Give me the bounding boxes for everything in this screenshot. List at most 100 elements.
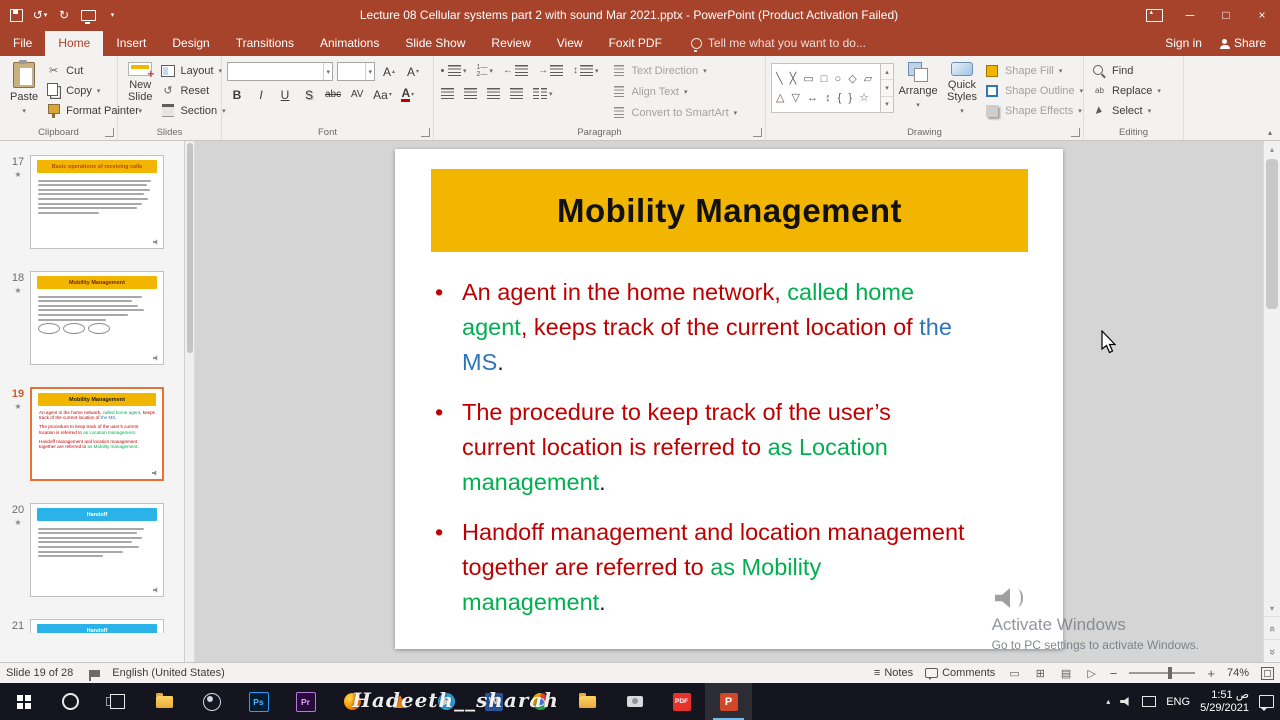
notes-toggle[interactable]: ≡ Notes	[874, 667, 913, 679]
tab-view[interactable]: View	[544, 31, 596, 56]
slide-canvas[interactable]: Mobility Management • An agent in the hom…	[395, 149, 1063, 649]
font-size-combo[interactable]: ▾	[337, 62, 375, 81]
firefox-icon[interactable]	[329, 683, 376, 720]
slide-thumbnail-20[interactable]: 20 ★ Handoff	[6, 503, 182, 597]
shape-effects-button[interactable]: Shape Effects ▾	[982, 102, 1086, 119]
task-view-icon[interactable]	[94, 683, 141, 720]
close-button[interactable]: ×	[1244, 0, 1280, 30]
redo-button[interactable]: ↻	[54, 5, 74, 25]
action-center-icon[interactable]	[1259, 695, 1274, 711]
save-button[interactable]	[6, 5, 26, 25]
bullets-button[interactable]: ▾	[439, 62, 469, 79]
text-direction-button[interactable]: Text Direction ▾	[608, 62, 740, 79]
share-button[interactable]: Share	[1219, 36, 1266, 50]
grow-font-button[interactable]: A ▴	[379, 63, 399, 80]
decrease-indent-button[interactable]: ←	[501, 62, 530, 79]
zoom-slider[interactable]	[1129, 667, 1196, 679]
select-button[interactable]: Select ▾	[1089, 102, 1164, 119]
shape-outline-button[interactable]: Shape Outline ▾	[982, 82, 1086, 99]
strikethrough-button[interactable]: abc	[323, 86, 343, 103]
obs-icon[interactable]	[188, 683, 235, 720]
next-slide-button[interactable]: »	[1264, 639, 1280, 662]
slide-title[interactable]: Mobility Management	[431, 169, 1028, 252]
tab-insert[interactable]: Insert	[103, 31, 159, 56]
tab-animations[interactable]: Animations	[307, 31, 392, 56]
section-button[interactable]: Section ▾	[157, 102, 228, 119]
font-color-button[interactable]: A ▾	[398, 86, 418, 103]
find-button[interactable]: Find	[1089, 62, 1164, 79]
columns-button[interactable]: ▾	[531, 85, 555, 102]
vlc-icon[interactable]	[376, 683, 423, 720]
reading-view-button[interactable]: ▤	[1059, 667, 1073, 680]
dialog-launcher-icon[interactable]	[421, 128, 430, 137]
tab-file[interactable]: File	[0, 31, 45, 56]
tab-home[interactable]: Home	[45, 31, 104, 56]
file-explorer-icon[interactable]	[141, 683, 188, 720]
scroll-down-icon[interactable]: ▾	[1264, 600, 1280, 616]
vertical-scrollbar[interactable]: ▴ ▾ « »	[1263, 141, 1280, 662]
line-spacing-button[interactable]: ↕ ▾	[571, 62, 601, 79]
fit-to-window-button[interactable]	[1261, 666, 1274, 680]
photoshop-icon[interactable]: Ps	[235, 683, 282, 720]
shape-fill-button[interactable]: Shape Fill ▾	[982, 62, 1086, 79]
align-text-button[interactable]: Align Text ▾	[608, 83, 740, 100]
minimize-button[interactable]: ─	[1172, 0, 1208, 30]
slide-thumbnail-17[interactable]: 17 ★ Basic operations of receiving calls	[6, 155, 182, 249]
align-right-button[interactable]	[485, 85, 502, 102]
audio-speaker-icon[interactable]	[995, 585, 1029, 611]
convert-to-smartart-button[interactable]: Convert to SmartArt ▾	[608, 104, 740, 121]
slide-thumbnail-19[interactable]: 19 ★ Mobility Management An agent in the ho…	[6, 387, 182, 481]
zoom-in-button[interactable]: +	[1207, 666, 1215, 681]
dialog-launcher-icon[interactable]	[105, 128, 114, 137]
align-center-button[interactable]	[462, 85, 479, 102]
character-spacing-button[interactable]: AV	[347, 86, 367, 103]
scrollbar-thumb[interactable]	[186, 143, 193, 353]
tab-review[interactable]: Review	[478, 31, 543, 56]
slideshow-view-button[interactable]: ▷	[1085, 667, 1097, 680]
shapes-gallery[interactable]: ╲ ╳ ▭ □ ○ ◇ ▱ △ ▽ ↔ ↕ { } ☆	[771, 63, 881, 113]
tab-slide-show[interactable]: Slide Show	[392, 31, 478, 56]
thumbnail-scrollbar[interactable]	[185, 141, 195, 662]
folder-icon[interactable]	[564, 683, 611, 720]
undo-button[interactable]: ↺ ▾	[30, 5, 50, 25]
more-shapes-icon[interactable]: ▾	[881, 95, 893, 112]
pdf-icon[interactable]: PDF	[658, 683, 705, 720]
taskbar-clock[interactable]: 1:51 ص 5/29/2021	[1200, 689, 1249, 715]
arrange-button[interactable]: Arrange ▾	[894, 59, 942, 121]
reset-button[interactable]: ↺ Reset	[157, 82, 228, 99]
zoom-slider-handle[interactable]	[1167, 667, 1172, 679]
start-icon[interactable]	[0, 683, 47, 720]
tab-transitions[interactable]: Transitions	[223, 31, 307, 56]
customize-quick-access-button[interactable]: ▾	[102, 5, 122, 25]
quick-styles-button[interactable]: Quick Styles ▾	[942, 59, 982, 121]
numbering-button[interactable]: 1— 2— ▾	[475, 62, 495, 79]
italic-button[interactable]: I	[251, 86, 271, 103]
volume-icon[interactable]	[1120, 697, 1129, 706]
language-label[interactable]: English (United States)	[112, 667, 225, 679]
collapse-ribbon-button[interactable]: ▴	[1268, 128, 1272, 137]
start-slideshow-button[interactable]	[78, 5, 98, 25]
shrink-font-button[interactable]: A ▾	[403, 63, 423, 80]
previous-slide-button[interactable]: «	[1264, 616, 1280, 639]
bold-button[interactable]: B	[227, 86, 247, 103]
replace-button[interactable]: ab Replace ▾	[1089, 82, 1164, 99]
network-icon[interactable]	[1142, 696, 1157, 707]
sign-in-link[interactable]: Sign in	[1165, 36, 1202, 50]
comments-toggle[interactable]: Comments	[925, 667, 995, 680]
slide-bullets[interactable]: • An agent in the home network, called ho…	[395, 252, 995, 620]
tell-me-box[interactable]: Tell me what you want to do...	[690, 36, 866, 56]
word-icon[interactable]: W	[470, 683, 517, 720]
scrollbar-track[interactable]	[1264, 157, 1280, 600]
zoom-out-button[interactable]: −	[1110, 666, 1118, 681]
scrollbar-thumb[interactable]	[1266, 159, 1278, 309]
text-shadow-button[interactable]: S	[299, 86, 319, 103]
scroll-up-icon[interactable]: ▴	[881, 64, 893, 79]
increase-indent-button[interactable]: →	[536, 62, 565, 79]
font-name-combo[interactable]: ▾	[227, 62, 333, 81]
scroll-down-icon[interactable]: ▾	[881, 79, 893, 95]
justify-button[interactable]	[508, 85, 525, 102]
tab-foxit-pdf[interactable]: Foxit PDF	[596, 31, 675, 56]
premiere-icon[interactable]: Pr	[282, 683, 329, 720]
new-slide-button[interactable]: New Slide ▾	[123, 59, 157, 121]
search-icon[interactable]	[47, 683, 94, 720]
